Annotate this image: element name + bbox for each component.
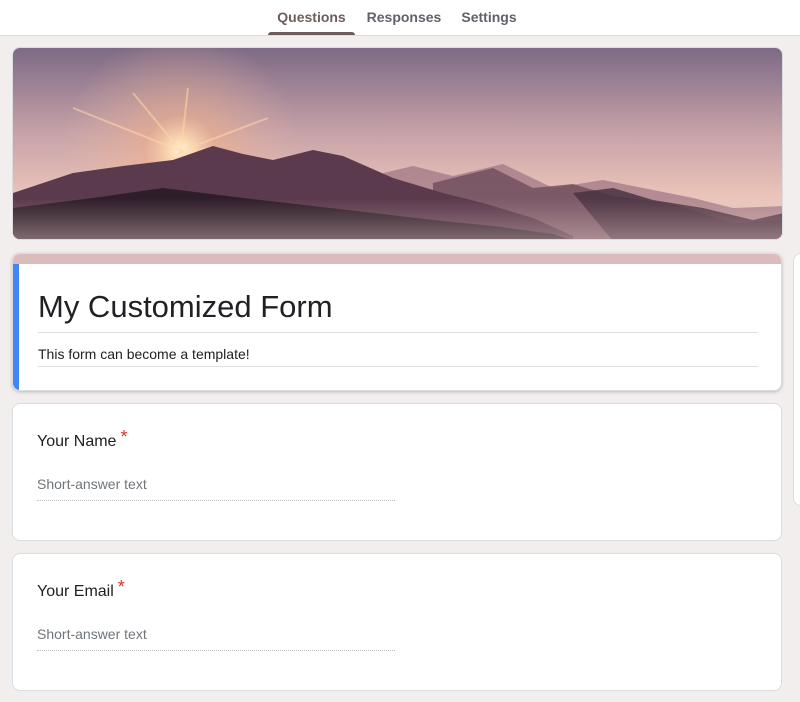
tab-questions[interactable]: Questions — [268, 0, 355, 35]
form-title[interactable]: My Customized Form — [38, 287, 333, 327]
question-label: Your Name * — [37, 427, 128, 452]
top-tab-bar: Questions Responses Settings — [0, 0, 800, 36]
floating-toolbar[interactable] — [793, 253, 800, 506]
mountain-sunset-image — [13, 48, 782, 239]
active-tab-indicator — [268, 32, 355, 35]
title-divider — [38, 332, 758, 333]
form-description[interactable]: This form can become a template! — [38, 345, 250, 363]
focus-indicator — [13, 264, 19, 390]
question-title: Your Name — [37, 433, 117, 450]
question-title: Your Email — [37, 583, 114, 600]
title-card-accent — [13, 254, 781, 264]
question-card-email[interactable]: Your Email * Short-answer text — [12, 553, 782, 691]
question-label: Your Email * — [37, 577, 125, 602]
form-title-card[interactable]: My Customized Form This form can become … — [12, 253, 782, 391]
tab-settings[interactable]: Settings — [455, 0, 523, 35]
required-asterisk: * — [117, 577, 125, 597]
tab-responses[interactable]: Responses — [362, 0, 446, 35]
question-card-name[interactable]: Your Name * Short-answer text — [12, 403, 782, 541]
short-answer-input[interactable]: Short-answer text — [37, 624, 395, 651]
description-divider — [38, 366, 758, 367]
header-image — [12, 47, 783, 240]
short-answer-input[interactable]: Short-answer text — [37, 474, 395, 501]
required-asterisk: * — [120, 427, 128, 447]
